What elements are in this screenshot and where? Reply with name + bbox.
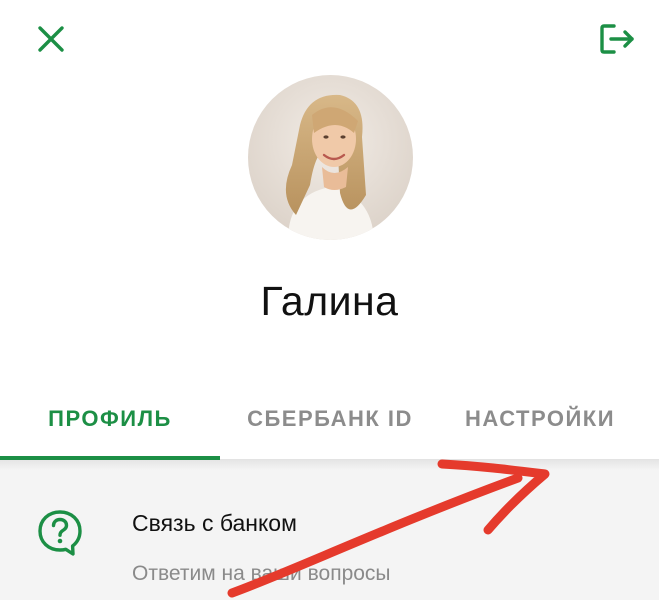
logout-icon bbox=[600, 24, 634, 54]
tab-sberbank-id[interactable]: СБЕРБАНК ID bbox=[220, 378, 440, 460]
tab-profile[interactable]: ПРОФИЛЬ bbox=[0, 378, 220, 460]
item-subtitle: Ответим на ваши вопросы bbox=[132, 562, 391, 585]
logout-button[interactable] bbox=[594, 18, 642, 60]
avatar[interactable] bbox=[248, 75, 413, 240]
item-title: Связь с банком bbox=[132, 510, 297, 536]
close-button[interactable] bbox=[30, 18, 72, 60]
avatar-photo bbox=[248, 75, 413, 240]
tabs-shadow bbox=[0, 460, 659, 470]
tab-settings[interactable]: НАСТРОЙКИ bbox=[440, 378, 640, 460]
help-chat-icon bbox=[38, 510, 82, 556]
user-name: Галина bbox=[260, 278, 399, 324]
close-icon bbox=[38, 26, 64, 52]
contact-bank-item[interactable]: Связь с банком Ответим на ваши вопросы bbox=[0, 492, 659, 600]
profile-screen: Галина ПРОФИЛЬ СБЕРБАНК ID НАСТРОЙКИ Свя… bbox=[0, 0, 659, 600]
tab-bar: ПРОФИЛЬ СБЕРБАНК ID НАСТРОЙКИ bbox=[0, 378, 659, 460]
